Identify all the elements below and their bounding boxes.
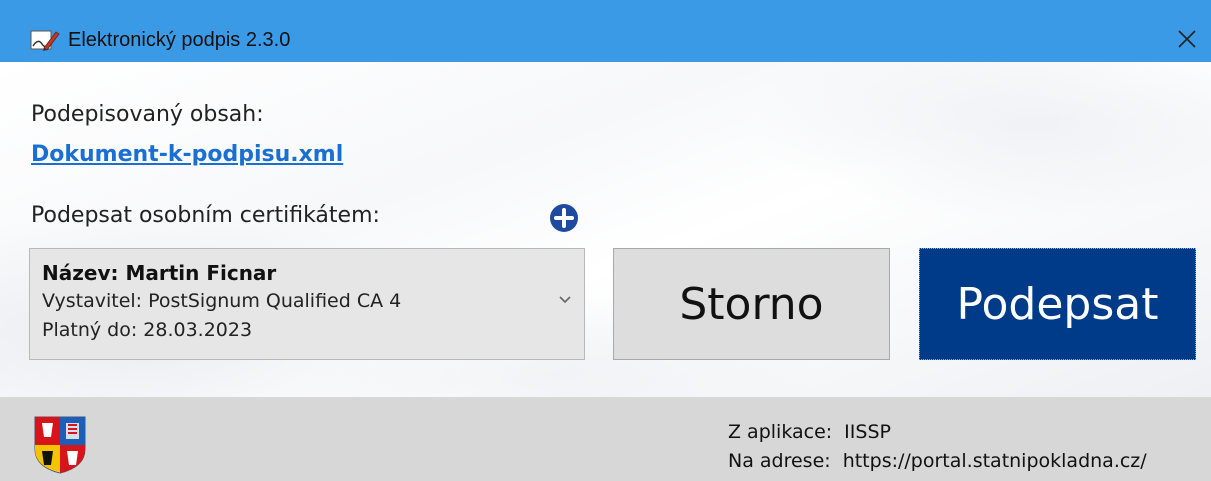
plus-circle-icon[interactable] <box>548 202 580 234</box>
certificate-name: Název: Martin Ficnar <box>42 261 277 285</box>
close-icon <box>1178 30 1196 48</box>
footer-app-value: IISSP <box>844 421 891 443</box>
title-bar: Elektronický podpis 2.3.0 <box>0 0 1211 62</box>
footer-app-row: Z aplikace: IISSP <box>728 421 891 443</box>
footer-address-row: Na adrese: https://portal.statnipokladna.… <box>728 450 1147 472</box>
chevron-down-icon <box>559 296 571 304</box>
signature-pen-icon <box>30 30 60 51</box>
footer: Z aplikace: IISSP Na adrese: https://porta… <box>0 397 1211 481</box>
footer-address-label: Na adrese: <box>728 450 831 472</box>
close-button[interactable] <box>1164 16 1210 62</box>
certificate-valid-until: Platný do: 28.03.2023 <box>42 319 253 341</box>
footer-app-label: Z aplikace: <box>728 421 833 443</box>
footer-address-value: https://portal.statnipokladna.cz/ <box>842 450 1147 472</box>
sign-button[interactable]: Podepsat <box>919 248 1196 360</box>
signed-content-label: Podepisovaný obsah: <box>31 102 264 127</box>
cancel-button[interactable]: Storno <box>613 248 890 360</box>
window-title: Elektronický podpis 2.3.0 <box>68 29 291 51</box>
certificate-issuer: Vystavitel: PostSignum Qualified CA 4 <box>42 290 402 312</box>
czech-coat-of-arms-icon <box>34 416 86 474</box>
document-link[interactable]: Dokument-k-podpisu.xml <box>31 142 343 167</box>
dialog-content: Podepisovaný obsah: Dokument-k-podpisu.x… <box>0 62 1211 397</box>
certificate-select[interactable]: Název: Martin Ficnar Vystavitel: PostSig… <box>29 248 585 360</box>
background-swoosh <box>750 62 1211 222</box>
certificate-label: Podepsat osobním certifikátem: <box>31 203 380 228</box>
